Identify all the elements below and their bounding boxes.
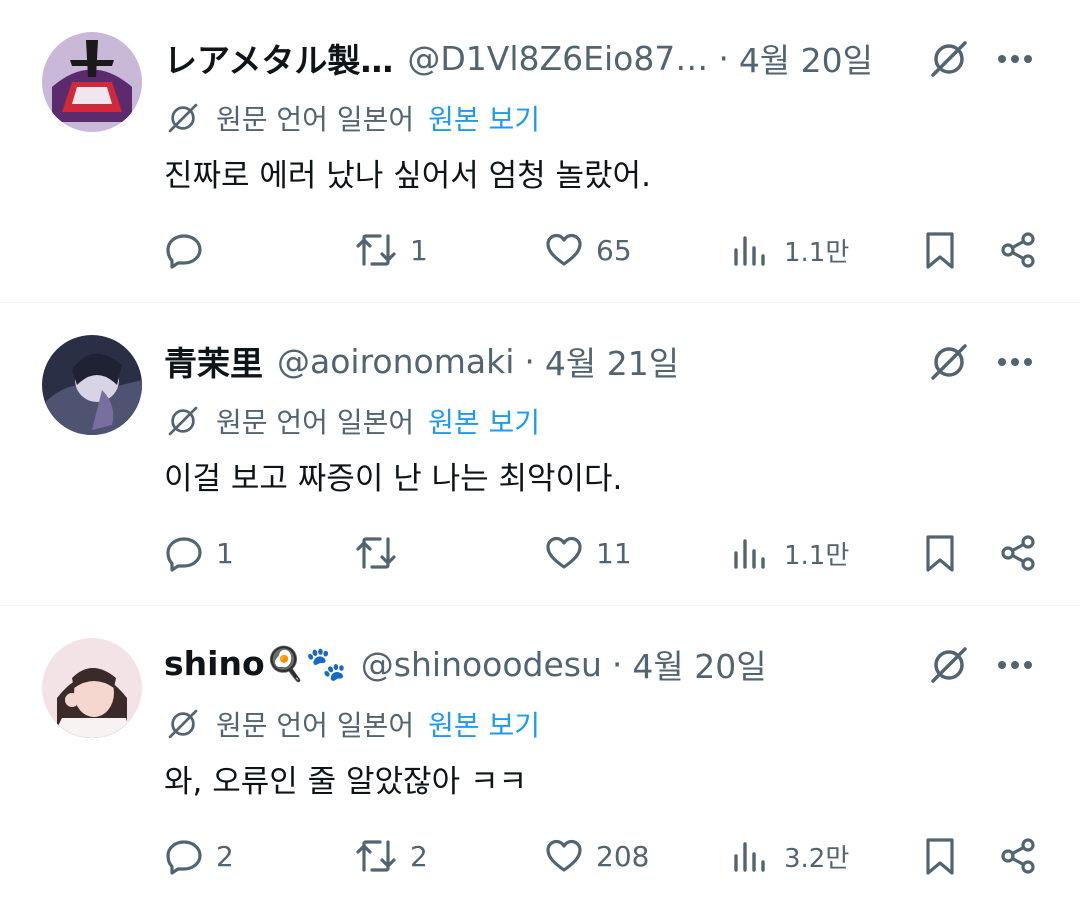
action-bar: 2 2 208 3.2만 bbox=[164, 828, 1038, 884]
translate-icon bbox=[164, 705, 202, 743]
translation-label: 원문 언어 일본어 bbox=[216, 709, 415, 742]
like-button[interactable]: 65 bbox=[544, 222, 632, 278]
share-icon bbox=[1001, 232, 1035, 268]
show-original-link[interactable]: 원본 보기 bbox=[428, 401, 540, 441]
views-count: 1.1만 bbox=[784, 237, 850, 268]
translate-icon bbox=[164, 402, 202, 440]
post[interactable]: レアメタル製… @D1Vl8Z6Eio87… · 4월 20일 원문 언어 일본… bbox=[0, 0, 1080, 303]
repost-button[interactable]: 1 bbox=[354, 222, 428, 278]
share-icon bbox=[1001, 838, 1035, 874]
repost-icon bbox=[356, 840, 396, 872]
repost-button[interactable] bbox=[354, 525, 410, 581]
more-icon bbox=[998, 55, 1032, 63]
repost-icon bbox=[356, 537, 396, 569]
reply-icon bbox=[166, 537, 202, 572]
like-button[interactable]: 208 bbox=[544, 828, 649, 884]
post-date[interactable]: 4월 20일 bbox=[632, 640, 766, 688]
action-bar: 1 65 1.1만 bbox=[164, 222, 1038, 278]
post-text: 진짜로 에러 났나 싶어서 엄청 놀랐어. bbox=[164, 158, 651, 194]
separator: · bbox=[718, 38, 729, 78]
reply-count: 1 bbox=[216, 536, 234, 570]
separator: · bbox=[611, 644, 623, 684]
more-button[interactable] bbox=[992, 642, 1038, 688]
grok-icon bbox=[931, 344, 967, 380]
separator: · bbox=[524, 341, 535, 381]
views-button[interactable]: 1.1만 bbox=[732, 222, 849, 278]
translate-icon bbox=[164, 99, 202, 137]
user-handle[interactable]: @D1Vl8Z6Eio87… bbox=[407, 39, 708, 78]
bookmark-icon bbox=[926, 535, 954, 572]
like-count: 65 bbox=[596, 233, 632, 267]
like-count: 208 bbox=[596, 839, 650, 873]
bookmark-icon bbox=[926, 232, 954, 269]
translation-notice: 원문 언어 일본어 원본 보기 bbox=[164, 401, 540, 441]
reply-button[interactable] bbox=[164, 222, 216, 278]
views-icon bbox=[734, 236, 765, 266]
translation-notice: 원문 언어 일본어 원본 보기 bbox=[164, 98, 540, 138]
grok-button[interactable] bbox=[926, 339, 972, 385]
repost-icon bbox=[356, 234, 396, 266]
bookmark-button[interactable] bbox=[920, 828, 960, 884]
action-bar: 1 11 1.1만 bbox=[164, 525, 1038, 581]
grok-icon bbox=[931, 647, 967, 683]
like-button[interactable]: 11 bbox=[544, 525, 632, 581]
post-header: shino🍳🐾 @shinooodesu · 4월 20일 bbox=[164, 636, 930, 692]
post[interactable]: shino🍳🐾 @shinooodesu · 4월 20일 원문 언어 일본어 … bbox=[0, 606, 1080, 909]
share-button[interactable] bbox=[998, 828, 1038, 884]
avatar[interactable] bbox=[42, 638, 142, 738]
share-icon bbox=[1001, 535, 1035, 571]
more-button[interactable] bbox=[992, 339, 1038, 385]
translation-label: 원문 언어 일본어 bbox=[216, 406, 415, 439]
bookmark-button[interactable] bbox=[920, 525, 960, 581]
like-icon bbox=[546, 839, 582, 872]
user-handle[interactable]: @shinooodesu bbox=[361, 645, 602, 684]
more-icon bbox=[998, 358, 1032, 366]
views-button[interactable]: 1.1만 bbox=[732, 525, 849, 581]
share-button[interactable] bbox=[998, 525, 1038, 581]
bookmark-button[interactable] bbox=[920, 222, 960, 278]
views-count: 1.1만 bbox=[784, 540, 850, 571]
post-date[interactable]: 4월 20일 bbox=[739, 34, 873, 82]
show-original-link[interactable]: 원본 보기 bbox=[428, 704, 540, 744]
reply-feed: レアメタル製… @D1Vl8Z6Eio87… · 4월 20일 원문 언어 일본… bbox=[0, 0, 1080, 909]
post-header: 青茉里 @aoironomaki · 4월 21일 bbox=[164, 333, 930, 389]
post-text: 이걸 보고 짜증이 난 나는 최악이다. bbox=[164, 461, 623, 497]
post[interactable]: 青茉里 @aoironomaki · 4월 21일 원문 언어 일본어 원본 보… bbox=[0, 303, 1080, 606]
post-date[interactable]: 4월 21일 bbox=[545, 337, 679, 385]
reply-count: 2 bbox=[216, 839, 234, 873]
translation-notice: 원문 언어 일본어 원본 보기 bbox=[164, 704, 540, 744]
bookmark-icon bbox=[926, 838, 954, 875]
views-count: 3.2만 bbox=[784, 843, 850, 874]
more-button[interactable] bbox=[992, 36, 1038, 82]
more-icon bbox=[998, 661, 1032, 669]
reply-button[interactable]: 1 bbox=[164, 525, 234, 581]
share-button[interactable] bbox=[998, 222, 1038, 278]
reply-button[interactable]: 2 bbox=[164, 828, 234, 884]
repost-button[interactable]: 2 bbox=[354, 828, 428, 884]
views-icon bbox=[734, 539, 765, 569]
repost-count: 1 bbox=[410, 233, 428, 267]
grok-button[interactable] bbox=[926, 36, 972, 82]
views-button[interactable]: 3.2만 bbox=[732, 828, 849, 884]
like-icon bbox=[546, 233, 582, 266]
avatar[interactable] bbox=[42, 32, 142, 132]
display-name[interactable]: 青茉里 bbox=[164, 337, 263, 385]
repost-count: 2 bbox=[410, 839, 428, 873]
display-name[interactable]: shino🍳🐾 bbox=[164, 644, 347, 684]
views-icon bbox=[734, 842, 765, 872]
display-name[interactable]: レアメタル製… bbox=[164, 34, 393, 82]
post-header: レアメタル製… @D1Vl8Z6Eio87… · 4월 20일 bbox=[164, 30, 930, 86]
post-text: 와, 오류인 줄 알았잖아 ㅋㅋ bbox=[164, 764, 527, 800]
user-handle[interactable]: @aoironomaki bbox=[277, 342, 514, 381]
reply-icon bbox=[166, 234, 202, 269]
reply-icon bbox=[166, 840, 202, 875]
show-original-link[interactable]: 원본 보기 bbox=[428, 98, 540, 138]
grok-button[interactable] bbox=[926, 642, 972, 688]
avatar[interactable] bbox=[42, 335, 142, 435]
like-count: 11 bbox=[596, 536, 632, 570]
like-icon bbox=[546, 536, 582, 569]
grok-icon bbox=[931, 41, 967, 77]
translation-label: 원문 언어 일본어 bbox=[216, 103, 415, 136]
